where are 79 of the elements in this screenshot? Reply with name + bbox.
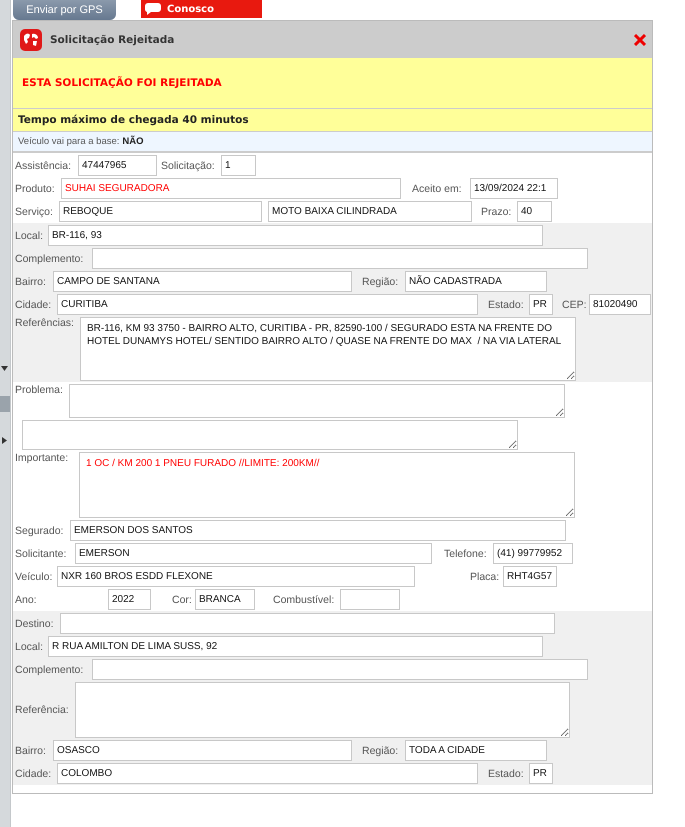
input-field[interactable]: 13/09/2024 22:1 (470, 178, 558, 199)
input-field[interactable]: MOTO BAIXA CILINDRADA (268, 201, 472, 222)
input-field[interactable]: NÃO CADASTRADA (405, 271, 547, 292)
input-field[interactable]: REBOQUE (59, 201, 262, 222)
field-label: Região: (362, 744, 400, 756)
input-field[interactable]: EMERSON DOS SANTOS (70, 520, 566, 541)
input-field[interactable]: PR (529, 763, 553, 784)
field-label: Importante: (15, 452, 70, 464)
field-label: Bairro: (15, 744, 47, 756)
input-field[interactable]: 47447965 (78, 155, 157, 176)
side-tab[interactable] (0, 396, 10, 412)
field-label: Complemento: (15, 664, 84, 676)
text-area[interactable]: BR-116, KM 93 3750 - BAIRRO ALTO, CURITIBA - PR, 82590-100 / SEGURADO ESTA NA FRENTE DO HOTEL DUNAMYS HOTEL/ SENTIDO BAIRRO ALTO / QUASE NA FRENTE DO MAX / NA VIA LATERAL (80, 317, 576, 381)
send-gps-button[interactable]: Enviar por GPS (13, 0, 116, 20)
field-label: Prazo: (481, 206, 512, 218)
base-note-value: NÃO (122, 136, 144, 147)
text-area[interactable] (75, 682, 570, 738)
field-label: Referências: (15, 317, 75, 329)
field-label: Telefone: (444, 548, 488, 560)
field-label: Bairro: (15, 276, 47, 288)
field-label: Solicitante: (15, 548, 68, 560)
field-label: Complemento: (15, 252, 84, 264)
input-field[interactable]: OSASCO (53, 740, 352, 761)
caret-down-icon[interactable] (1, 366, 8, 371)
field-label: Destino: (15, 618, 55, 630)
field-label: Serviço: (15, 206, 54, 218)
field-label: Estado: (488, 298, 525, 310)
input-field[interactable]: NXR 160 BROS ESDD FLEXONE (57, 566, 415, 587)
input-field[interactable]: SUHAI SEGURADORA (61, 178, 401, 199)
input-field[interactable]: CAMPO DE SANTANA (53, 271, 352, 292)
text-area[interactable]: 1 OC / KM 200 1 PNEU FURADO //LIMITE: 200KM// (79, 452, 575, 518)
field-label: Cidade: (15, 298, 52, 310)
input-field[interactable] (60, 613, 555, 634)
base-note-label: Veículo vai para a base: (18, 136, 120, 147)
input-field[interactable] (92, 659, 588, 680)
globe-icon (20, 28, 42, 50)
field-label: Cidade: (15, 768, 52, 780)
input-field[interactable]: 2022 (108, 589, 151, 610)
field-label: Problema: (15, 384, 64, 396)
field-label: Combustível: (273, 594, 336, 606)
field-label: Placa: (470, 570, 500, 582)
input-field[interactable]: TODA A CIDADE (405, 740, 547, 761)
input-field[interactable]: BRANCA (195, 589, 255, 610)
field-label: Local: (15, 640, 44, 652)
input-field[interactable]: R RUA AMILTON DE LIMA SUSS, 92 (48, 636, 543, 657)
input-field[interactable]: PR (529, 294, 553, 315)
input-field[interactable]: 81020490 (589, 294, 651, 315)
input-field[interactable]: 1 (221, 155, 256, 176)
input-field[interactable] (92, 248, 588, 269)
field-label: Segurado: (15, 524, 64, 536)
input-field[interactable]: EMERSON (75, 543, 432, 564)
text-area[interactable] (69, 384, 565, 418)
contact-button[interactable]: Conosco (141, 0, 262, 18)
field-label: Referência: (15, 704, 70, 716)
field-label: Produto: (15, 182, 56, 194)
field-label: Veículo: (15, 570, 54, 582)
field-label: CEP: (562, 298, 588, 310)
field-label: Solicitação: (161, 160, 216, 172)
field-label: Estado: (488, 768, 525, 780)
field-label: Cor: (172, 594, 193, 606)
field-label: Ano: (15, 594, 38, 606)
input-field[interactable] (340, 589, 400, 610)
input-field[interactable]: COLOMBO (57, 763, 478, 784)
field-label: Assistência: (15, 160, 72, 172)
caret-right-icon[interactable] (2, 437, 7, 444)
arrival-time-text: Tempo máximo de chegada 40 minutos (13, 109, 652, 132)
field-label: Região: (362, 276, 400, 288)
input-field[interactable]: (41) 99779952 (493, 543, 573, 564)
text-area[interactable] (22, 420, 518, 450)
input-field[interactable]: 40 (517, 201, 552, 222)
input-field[interactable]: CURITIBA (57, 294, 478, 315)
input-field[interactable]: RHT4G57 (503, 566, 557, 587)
field-label: Local: (15, 230, 44, 242)
input-field[interactable]: BR-116, 93 (48, 225, 543, 246)
rejection-message: ESTA SOLICITAÇÃO FOI REJEITADA (22, 77, 222, 89)
dialog-title: Solicitação Rejeitada (50, 34, 176, 46)
field-label: Aceito em: (412, 182, 463, 194)
close-icon[interactable] (634, 34, 646, 46)
speech-bubble-icon (145, 3, 161, 15)
